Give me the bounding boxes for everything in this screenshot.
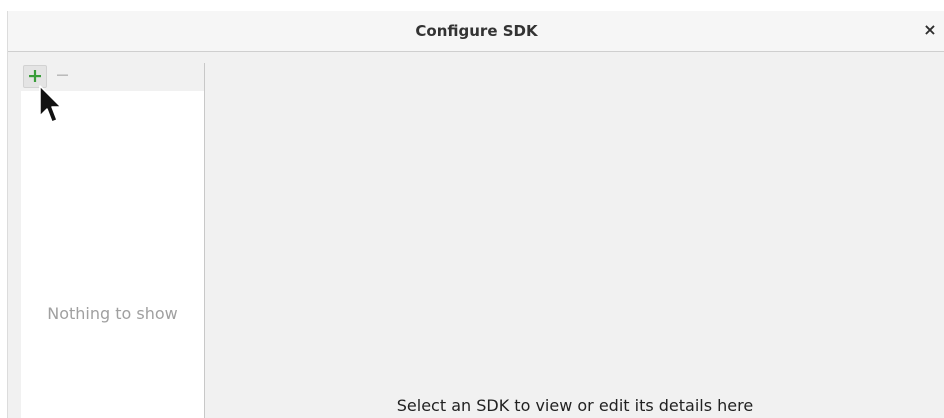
plus-icon: [29, 70, 41, 82]
configure-sdk-dialog: Configure SDK × Nothing to show Select a…: [7, 11, 944, 418]
title-bar: Configure SDK ×: [8, 11, 944, 52]
dialog-title: Configure SDK: [415, 22, 538, 40]
close-icon: ×: [923, 20, 937, 39]
minus-icon: [57, 74, 68, 76]
empty-list-message: Nothing to show: [47, 304, 178, 323]
close-button[interactable]: ×: [919, 19, 941, 41]
details-placeholder-text: Select an SDK to view or edit its detail…: [396, 396, 754, 415]
remove-sdk-button[interactable]: [53, 65, 73, 86]
sdk-details-pane: Select an SDK to view or edit its detail…: [205, 52, 944, 418]
add-sdk-button[interactable]: [23, 65, 47, 88]
sdk-list-toolbar: [21, 63, 204, 91]
sdk-list-panel: Nothing to show: [21, 63, 205, 418]
